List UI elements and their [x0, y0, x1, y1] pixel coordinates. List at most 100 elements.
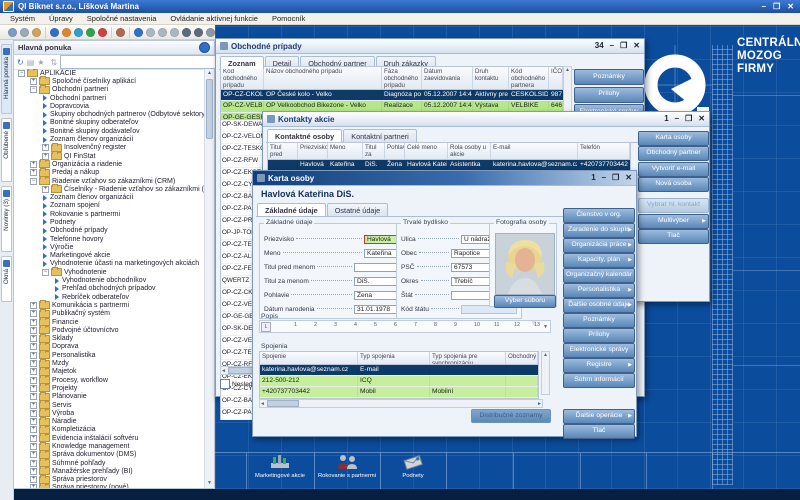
- expand-icon[interactable]: +: [30, 468, 37, 475]
- expand-icon[interactable]: +: [30, 169, 37, 176]
- scroll-right-icon[interactable]: ►: [537, 401, 542, 407]
- connections-table-col-typ-spojenia[interactable]: Typ spojenia: [358, 352, 430, 364]
- connections-table-row[interactable]: +420737703442MobilMobilní: [260, 387, 538, 398]
- refresh-tree-icon[interactable]: ↻: [17, 58, 24, 67]
- tree-item-vyhodnotenie-obchodn-kov[interactable]: Vyhodnotenie obchodníkov: [14, 276, 205, 284]
- contacts-button-multiv-ber[interactable]: Multivýber▶: [638, 214, 709, 229]
- tree-item-podnety[interactable]: Podnety: [14, 218, 205, 226]
- basic-pohlavie-input[interactable]: Žena: [354, 291, 398, 300]
- cases-table-col-i-o[interactable]: IČO: [549, 67, 563, 89]
- maximize-icon[interactable]: ❒: [612, 174, 619, 182]
- distribution-lists-button[interactable]: Distribučné zoznamy: [471, 409, 551, 423]
- close-icon[interactable]: ✕: [633, 42, 640, 50]
- menu-item-spolo-n-nastavenia[interactable]: Spoločné nastavenia: [81, 14, 163, 23]
- maximize-icon[interactable]: ❒: [620, 42, 627, 50]
- scroll-up-icon[interactable]: ▲: [205, 69, 214, 78]
- expand-icon[interactable]: +: [30, 418, 37, 425]
- tree-item-obchodn-partneri[interactable]: Obchodní partneri: [14, 94, 205, 102]
- person-button-s-hrn-inform-ci[interactable]: Súhrn informácií: [563, 373, 635, 388]
- close-icon[interactable]: ✕: [625, 174, 632, 182]
- stop-icon[interactable]: [158, 28, 167, 37]
- cases-table-scrollbar[interactable]: ▲: [563, 66, 572, 112]
- cases-table-col-d-tum-zaevidovania[interactable]: Dátum zaevidovania: [422, 67, 473, 89]
- desktop-icon-podnety[interactable]: Podnety: [381, 454, 445, 489]
- cut-icon[interactable]: [20, 28, 29, 37]
- connections-table-row[interactable]: 212-500-212ICQ: [260, 376, 538, 387]
- person-button-organiza-n-kalend-r[interactable]: Organizačný kalendár: [563, 268, 635, 283]
- expand-icon[interactable]: +: [30, 360, 37, 367]
- expand-icon[interactable]: +: [30, 393, 37, 400]
- expand-icon[interactable]: +: [30, 368, 37, 375]
- contacts-table-col-meno[interactable]: Meno: [328, 143, 363, 159]
- contacts-table-col-e-mail[interactable]: E-mail: [491, 143, 578, 159]
- scrollbar-thumb[interactable]: [206, 79, 213, 139]
- basic-d-tum-narodenia-input[interactable]: 31.01.1978: [354, 305, 398, 314]
- expand-icon[interactable]: +: [30, 476, 37, 483]
- expand-icon[interactable]: +: [30, 302, 37, 309]
- app-close-button[interactable]: ✕: [787, 2, 794, 11]
- tree-item-rokovanie-s-partnermi[interactable]: Rokovanie s partnermi: [14, 210, 205, 218]
- close-icon[interactable]: ✕: [698, 115, 705, 123]
- globe-red-icon[interactable]: [98, 28, 107, 37]
- tree-item-spr-va-priestorov-nov[interactable]: +Správa priestorov (nové): [14, 484, 205, 488]
- person-button-pozn-mky[interactable]: Poznámky: [563, 313, 635, 328]
- connections-table-col-typ-spojenia-pre-synchroniz-ciu[interactable]: Typ spojenia pre synchronizáciu: [430, 352, 506, 364]
- case-code-cell[interactable]: OP-SK-DEWAL: [221, 120, 265, 132]
- tree-item-preh-ad-obchodn-ch-pr-padov[interactable]: Prehľad obchodných prípadov: [14, 285, 205, 293]
- back-icon[interactable]: [146, 28, 155, 37]
- minimize-icon[interactable]: –: [602, 174, 606, 182]
- lock-icon[interactable]: [116, 28, 125, 37]
- person-button-registre[interactable]: Registre▶: [563, 358, 635, 373]
- expand-icon[interactable]: +: [30, 310, 37, 317]
- contacts-table-col-titul-za-menom[interactable]: Titul za menom: [363, 143, 385, 159]
- connections-hscrollbar[interactable]: ◄►: [259, 399, 543, 408]
- home-icon[interactable]: [206, 28, 215, 37]
- person-button-lenstvo-v-org[interactable]: Členstvo v org.: [563, 208, 635, 223]
- side-tab-hlavn-ponuka[interactable]: Hlavná ponuka: [1, 44, 12, 114]
- photo-select-button[interactable]: Výber súboru: [494, 295, 556, 308]
- scroll-down-icon[interactable]: ▼: [205, 479, 214, 488]
- image-icon[interactable]: [32, 28, 41, 37]
- tree-item-obchodn-pr-pady[interactable]: Obchodné prípady: [14, 227, 205, 235]
- contacts-table-col-titul-pred-menom[interactable]: Titul pred menom: [268, 143, 298, 159]
- collapse-icon[interactable]: −: [30, 178, 37, 185]
- tree-item-zoznam-lenov-organiz-ci[interactable]: Zoznam členov organizácií: [14, 193, 205, 201]
- expand-icon[interactable]: +: [42, 144, 49, 151]
- hscroll-thumb[interactable]: [267, 400, 299, 407]
- person-button-zaradenie-do-skup-n[interactable]: Zaradenie do skupín▶: [563, 223, 635, 238]
- expand-icon[interactable]: +: [30, 410, 37, 417]
- globe-blue-icon[interactable]: [50, 28, 59, 37]
- expand-icon[interactable]: +: [30, 443, 37, 450]
- contacts-table-col-pohlavie[interactable]: Pohlavie: [385, 143, 405, 159]
- expand-icon[interactable]: +: [30, 451, 37, 458]
- tree-item-riadenie-vz-ahov-so-z-kazn-kmi-crm[interactable]: −Riadenie vzťahov so zákazníkmi (CRM): [14, 177, 205, 185]
- globe-green-icon[interactable]: [86, 28, 95, 37]
- favourite-icon[interactable]: ★: [37, 58, 44, 67]
- cases-table-col-druh-kontaktu[interactable]: Druh kontaktu: [473, 67, 509, 89]
- contacts-button-karta-osoby[interactable]: Karta osoby: [638, 131, 709, 146]
- expand-icon[interactable]: +: [30, 484, 37, 488]
- paste-icon[interactable]: [8, 28, 17, 37]
- popis-ruler[interactable]: L12345678910111213▽▼: [259, 320, 551, 333]
- globe-teal-icon[interactable]: [74, 28, 83, 37]
- person-tab-ostatn-daje[interactable]: Ostatné údaje: [327, 203, 388, 216]
- maximize-icon[interactable]: ❒: [685, 115, 692, 123]
- collapse-icon[interactable]: −: [30, 86, 37, 93]
- tree-item-zoznam-lenov-organiz-ci[interactable]: Zoznam členov organizácií: [14, 135, 205, 143]
- ruler-scroll-icon[interactable]: ▼: [543, 324, 548, 330]
- sort-icon[interactable]: ⇅: [50, 58, 57, 67]
- expand-icon[interactable]: +: [30, 78, 37, 85]
- connections-table-col-spojenie[interactable]: Spojenie: [260, 352, 358, 364]
- cases-button-pozn-mky[interactable]: Poznámky: [574, 69, 644, 85]
- cases-table-col-n-zov-obchodn-ho-pr-padu[interactable]: Názov obchodného prípadu: [264, 67, 382, 89]
- case-code-cell[interactable]: OP-CZ-TESKOL: [221, 144, 265, 156]
- contacts-tab-kontaktn-osoby[interactable]: Kontaktné osoby: [267, 129, 342, 142]
- tree-item-bonitn-skupiny-odberate-ov[interactable]: Bonitné skupiny odberateľov: [14, 119, 205, 127]
- cases-table-col-f-za-obchodn-ho-pr-padu[interactable]: Fáza obchodného prípadu: [382, 67, 422, 89]
- case-code-cell[interactable]: OP-CZ-RFW: [221, 156, 265, 168]
- desktop-icon-marketingov-akcie[interactable]: Marketingové akcie: [248, 454, 312, 489]
- side-tab-novinky-3[interactable]: Novinky (3): [1, 186, 12, 252]
- expand-icon[interactable]: +: [30, 343, 37, 350]
- contacts-button-tla[interactable]: Tlač: [638, 229, 709, 244]
- expand-icon[interactable]: +: [30, 161, 37, 168]
